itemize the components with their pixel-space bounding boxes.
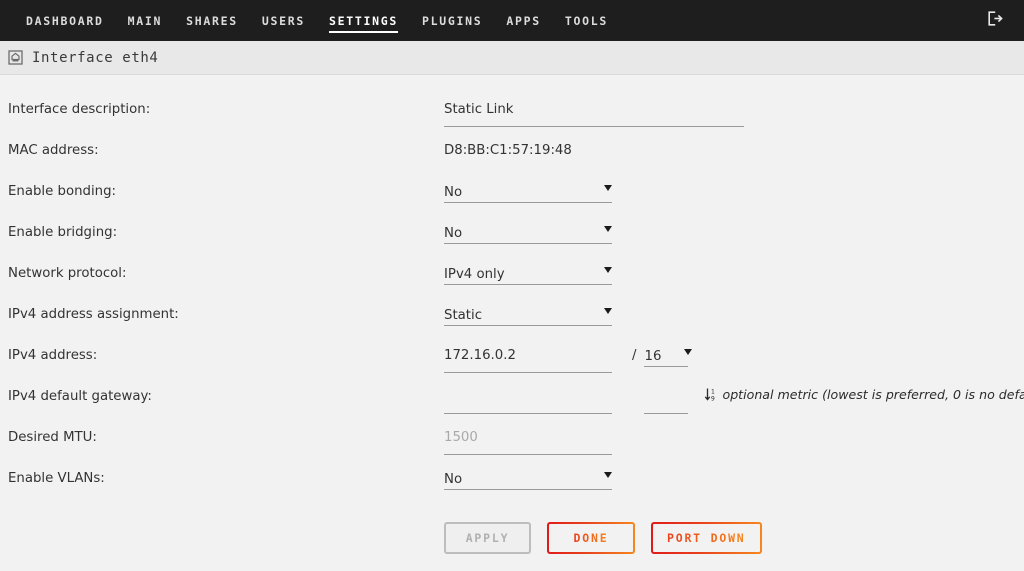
field-network-protocol: IPv4 only [444, 263, 612, 285]
interface-description-input[interactable] [444, 99, 744, 127]
label-ipv4-address: IPv4 address: [8, 348, 98, 363]
ipv4-metric-input[interactable] [644, 386, 689, 414]
field-enable-vlans: No [444, 468, 612, 490]
ipv4-assignment-select[interactable]: Static [444, 304, 612, 326]
nav-item-label: SETTINGS [329, 13, 398, 28]
nav-item-dashboard[interactable]: DASHBOARD [14, 0, 116, 41]
ipv4-prefix-select[interactable]: 16 [644, 345, 693, 367]
enable-bonding-value: No [444, 185, 463, 200]
row-desired-mtu: Desired MTU: [0, 427, 1024, 468]
nav-item-label: TOOLS [564, 13, 608, 28]
navbar-right [982, 9, 1012, 33]
chevron-down-icon [604, 267, 612, 273]
nav-item-plugins[interactable]: PLUGINS [410, 0, 494, 41]
ipv4-gateway-input[interactable] [444, 386, 612, 414]
chevron-down-icon [604, 226, 612, 232]
logout-button[interactable] [982, 9, 1006, 33]
row-mac-address: MAC address: D8:BB:C1:57:19:48 [0, 140, 1024, 181]
nav-item-label: USERS [261, 13, 305, 28]
nav-item-settings[interactable]: SETTINGS [317, 0, 410, 41]
interface-settings-form: Interface description: MAC address: D8:B… [0, 75, 1024, 554]
field-ipv4-address: / 16 [444, 345, 693, 373]
label-ipv4-assignment: IPv4 address assignment: [8, 307, 179, 322]
enable-vlans-select[interactable]: No [444, 468, 612, 490]
row-ipv4-address: IPv4 address: / 16 [0, 345, 1024, 386]
enable-bonding-select[interactable]: No [444, 181, 612, 203]
nav-item-main[interactable]: MAIN [116, 0, 175, 41]
label-interface-description: Interface description: [8, 102, 151, 117]
apply-button-label: APPLY [465, 531, 510, 545]
mac-address-value: D8:BB:C1:57:19:48 [444, 143, 572, 158]
chevron-down-icon [684, 349, 693, 355]
field-ipv4-gateway: / 1 9 optional metric (lowest is preferr… [444, 386, 1024, 414]
nav-item-label: DASHBOARD [26, 13, 104, 28]
row-network-protocol: Network protocol: IPv4 only [0, 263, 1024, 304]
top-navbar: DASHBOARD MAIN SHARES USERS SETTINGS PLU… [0, 0, 1024, 41]
page-title: Interface eth4 [32, 49, 159, 66]
field-enable-bonding: No [444, 181, 612, 203]
label-enable-bridging: Enable bridging: [8, 225, 118, 240]
enable-bridging-select[interactable]: No [444, 222, 612, 244]
row-ipv4-assignment: IPv4 address assignment: Static [0, 304, 1024, 345]
desired-mtu-input[interactable] [444, 427, 612, 455]
network-protocol-value: IPv4 only [444, 267, 505, 282]
ipv4-address-input[interactable] [444, 345, 612, 373]
enable-bridging-value: No [444, 226, 463, 241]
field-enable-bridging: No [444, 222, 612, 244]
ipv4-assignment-value: Static [444, 308, 483, 323]
nav-item-tools[interactable]: TOOLS [553, 0, 620, 41]
ipv4-prefix-value: 16 [644, 349, 662, 364]
row-interface-description: Interface description: [0, 99, 1024, 140]
chevron-down-icon [604, 472, 612, 478]
done-button[interactable]: DONE [547, 522, 635, 554]
nav-items: DASHBOARD MAIN SHARES USERS SETTINGS PLU… [14, 0, 982, 41]
sort-numeric-down-icon: 1 9 [704, 387, 718, 402]
port-down-button-label: PORT DOWN [667, 531, 746, 545]
page-header: Interface eth4 [0, 41, 1024, 75]
row-ipv4-gateway: IPv4 default gateway: / 1 9 optional met… [0, 386, 1024, 427]
nav-item-label: MAIN [127, 13, 163, 28]
label-network-protocol: Network protocol: [8, 266, 127, 281]
field-interface-description [444, 99, 744, 127]
label-enable-vlans: Enable VLANs: [8, 471, 105, 486]
nav-item-apps[interactable]: APPS [494, 0, 553, 41]
network-protocol-select[interactable]: IPv4 only [444, 263, 612, 285]
row-enable-bonding: Enable bonding: No [0, 181, 1024, 222]
prefix-separator: / [632, 348, 637, 363]
field-mac-address: D8:BB:C1:57:19:48 [444, 140, 572, 161]
row-enable-bridging: Enable bridging: No [0, 222, 1024, 263]
label-desired-mtu: Desired MTU: [8, 430, 97, 445]
row-enable-vlans: Enable VLANs: No [0, 468, 1024, 509]
field-ipv4-assignment: Static [444, 304, 612, 326]
nav-item-label: SHARES [186, 13, 238, 28]
network-port-icon [6, 49, 24, 67]
logout-icon [986, 10, 1003, 31]
gateway-metric-hint-text: optional metric (lowest is preferred, 0 … [722, 387, 1024, 402]
gateway-metric-hint: 1 9 optional metric (lowest is preferred… [704, 386, 1024, 402]
port-down-button[interactable]: PORT DOWN [651, 522, 762, 554]
label-mac-address: MAC address: [8, 143, 99, 158]
label-enable-bonding: Enable bonding: [8, 184, 117, 199]
nav-item-label: PLUGINS [422, 13, 483, 28]
nav-item-users[interactable]: USERS [250, 0, 317, 41]
enable-vlans-value: No [444, 472, 463, 487]
chevron-down-icon [604, 308, 612, 314]
svg-text:9: 9 [711, 395, 715, 402]
nav-item-shares[interactable]: SHARES [174, 0, 250, 41]
label-ipv4-gateway: IPv4 default gateway: [8, 389, 152, 404]
field-desired-mtu [444, 427, 612, 455]
form-actions: APPLY DONE PORT DOWN [0, 522, 1024, 554]
apply-button[interactable]: APPLY [444, 522, 531, 554]
chevron-down-icon [604, 185, 612, 191]
done-button-label: DONE [573, 531, 609, 545]
nav-item-label: APPS [506, 13, 541, 28]
